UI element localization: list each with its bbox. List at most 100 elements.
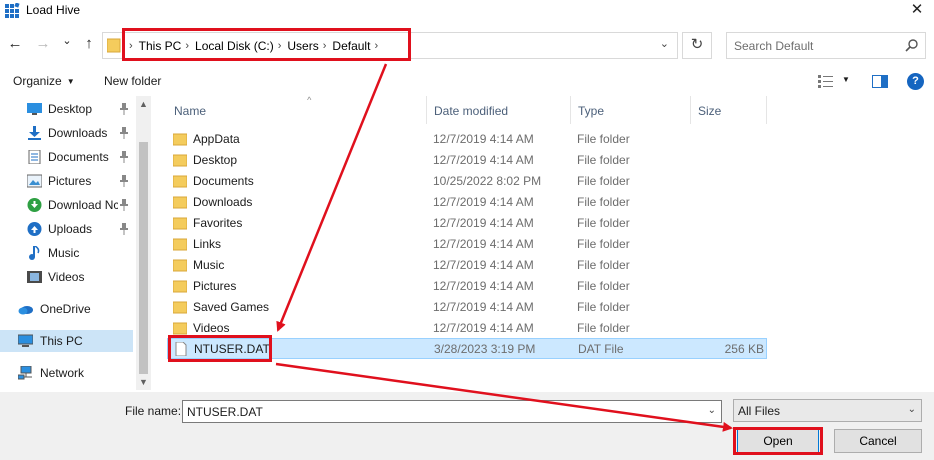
file-name-input[interactable]: NTUSER.DAT ⌄: [182, 400, 722, 423]
search-input[interactable]: Search Default: [726, 32, 926, 59]
file-row-music[interactable]: Music 12/7/2019 4:14 AM File folder: [167, 255, 767, 276]
date-modified-cell: 12/7/2019 4:14 AM: [433, 153, 534, 167]
organize-label: Organize: [13, 74, 62, 88]
column-header-label: Name: [174, 104, 207, 118]
organize-button[interactable]: Organize ▼: [13, 74, 75, 88]
file-row-desktop[interactable]: Desktop 12/7/2019 4:14 AM File folder: [167, 150, 767, 171]
date-modified-cell: 12/7/2019 4:14 AM: [433, 258, 534, 272]
breadcrumb-this-pc[interactable]: This PC: [139, 39, 182, 53]
file-row-videos[interactable]: Videos 12/7/2019 4:14 AM File folder: [167, 318, 767, 339]
sidebar-item-label: Download Nc: [48, 198, 118, 212]
scrollbar-thumb[interactable]: [139, 142, 148, 374]
back-arrow-icon[interactable]: ←: [6, 34, 24, 54]
date-modified-cell: 12/7/2019 4:14 AM: [433, 132, 534, 146]
breadcrumb-local-disk[interactable]: Local Disk (C:): [195, 39, 274, 53]
date-modified-cell: 12/7/2019 4:14 AM: [433, 321, 534, 335]
sidebar-item-label: This PC: [40, 334, 83, 348]
forward-arrow-icon[interactable]: →: [34, 34, 52, 54]
file-row-pictures[interactable]: Pictures 12/7/2019 4:14 AM File folder: [167, 276, 767, 297]
close-icon[interactable]: ✕: [900, 0, 934, 22]
column-header-label: Type: [578, 104, 605, 118]
sidebar-item-desktop[interactable]: Desktop: [0, 98, 133, 120]
file-type-cell: File folder: [577, 300, 630, 314]
column-header-name[interactable]: Name ^: [167, 95, 427, 124]
sidebar-item-label: OneDrive: [40, 302, 91, 316]
folder-icon: [173, 259, 187, 272]
folder-icon: [173, 238, 187, 251]
view-caret-down-icon[interactable]: ▼: [842, 75, 850, 84]
file-row-favorites[interactable]: Favorites 12/7/2019 4:14 AM File folder: [167, 213, 767, 234]
file-row-saved-games[interactable]: Saved Games 12/7/2019 4:14 AM File folder: [167, 297, 767, 318]
column-header-date-modified[interactable]: Date modified: [427, 96, 571, 124]
recent-locations-chevron-down-icon[interactable]: ⌄: [60, 31, 74, 51]
sidebar-scrollbar[interactable]: ▲ ▼: [136, 96, 151, 390]
new-folder-button[interactable]: New folder: [104, 74, 161, 88]
address-chevron-down-icon[interactable]: ⌄: [660, 37, 669, 50]
sort-ascending-icon: ^: [307, 95, 312, 105]
folder-icon: [173, 133, 187, 146]
navigation-pane: Desktop Downloads Documents Pictures Dow…: [0, 96, 136, 390]
address-bar[interactable]: › This PC › Local Disk (C:) › Users › De…: [102, 32, 678, 59]
file-row-documents[interactable]: Documents 10/25/2022 8:02 PM File folder: [167, 171, 767, 192]
sidebar-item-network[interactable]: Network: [0, 362, 133, 384]
folder-icon: [173, 280, 187, 293]
breadcrumb-separator-icon[interactable]: ›: [370, 40, 384, 52]
sidebar-item-onedrive[interactable]: OneDrive: [0, 298, 133, 320]
sidebar-item-music[interactable]: Music: [0, 242, 133, 264]
folder-icon: [173, 322, 187, 335]
file-type-select[interactable]: All Files ⌄: [733, 399, 922, 422]
file-row-ntuser-dat[interactable]: NTUSER.DAT 3/28/2023 3:19 PM DAT File 256 K…: [167, 338, 767, 359]
file-name-cell: Music: [193, 258, 225, 272]
music-icon: [29, 246, 40, 260]
date-modified-cell: 12/7/2019 4:14 AM: [433, 300, 534, 314]
file-name-cell: AppData: [193, 132, 240, 146]
pin-icon: [120, 151, 128, 163]
video-icon: [27, 271, 42, 283]
sidebar-item-videos[interactable]: Videos: [0, 266, 133, 288]
file-name-chevron-down-icon[interactable]: ⌄: [708, 405, 716, 416]
breadcrumb-default[interactable]: Default: [332, 39, 370, 53]
scroll-down-icon[interactable]: ▼: [139, 377, 148, 387]
help-icon[interactable]: ?: [907, 73, 924, 90]
folder-icon: [173, 301, 187, 314]
view-options-icon[interactable]: [818, 75, 834, 88]
file-type-cell: File folder: [577, 216, 630, 230]
file-type-cell: DAT File: [578, 342, 624, 356]
title-bar: Load Hive ✕: [0, 0, 934, 22]
file-type-cell: File folder: [577, 174, 630, 188]
file-row-downloads[interactable]: Downloads 12/7/2019 4:14 AM File folder: [167, 192, 767, 213]
file-row-appdata[interactable]: AppData 12/7/2019 4:14 AM File folder: [167, 129, 767, 150]
sidebar-item-download-nc[interactable]: Download Nc: [0, 194, 133, 216]
breadcrumb-separator-icon: ›: [185, 39, 190, 52]
file-icon: [175, 342, 187, 356]
column-header-type[interactable]: Type: [571, 96, 691, 124]
date-modified-cell: 12/7/2019 4:14 AM: [433, 237, 534, 251]
sidebar-item-uploads[interactable]: Uploads: [0, 218, 133, 240]
cancel-button[interactable]: Cancel: [834, 429, 922, 453]
date-modified-cell: 3/28/2023 3:19 PM: [434, 342, 536, 356]
sidebar-item-documents[interactable]: Documents: [0, 146, 133, 168]
file-name-cell: Downloads: [193, 195, 253, 209]
sidebar-item-this-pc[interactable]: This PC: [0, 330, 133, 352]
green-download-icon: [27, 198, 42, 212]
window-title: Load Hive: [26, 3, 81, 17]
pin-icon: [120, 127, 128, 139]
file-list: Name ^ Date modified Type Size AppData 12…: [151, 95, 934, 390]
sidebar-item-pictures[interactable]: Pictures: [0, 170, 133, 192]
breadcrumb-users[interactable]: Users: [287, 39, 318, 53]
folder-icon: [173, 175, 187, 188]
sidebar-item-label: Downloads: [48, 126, 108, 140]
file-type-cell: File folder: [577, 258, 630, 272]
column-header-size[interactable]: Size: [691, 96, 767, 124]
file-name-cell: Links: [193, 237, 222, 251]
preview-pane-icon[interactable]: [872, 75, 888, 88]
up-arrow-icon[interactable]: ↑: [80, 34, 98, 54]
dialog-footer: File name: NTUSER.DAT ⌄ All Files ⌄ Open…: [0, 392, 934, 460]
file-row-links[interactable]: Links 12/7/2019 4:14 AM File folder: [167, 234, 767, 255]
refresh-icon[interactable]: ↻: [682, 32, 712, 59]
sidebar-item-downloads[interactable]: Downloads: [0, 122, 133, 144]
scroll-up-icon[interactable]: ▲: [139, 99, 148, 109]
column-header-label: Date modified: [434, 104, 509, 118]
open-button[interactable]: Open: [737, 429, 819, 453]
desktop-icon: [27, 103, 42, 115]
